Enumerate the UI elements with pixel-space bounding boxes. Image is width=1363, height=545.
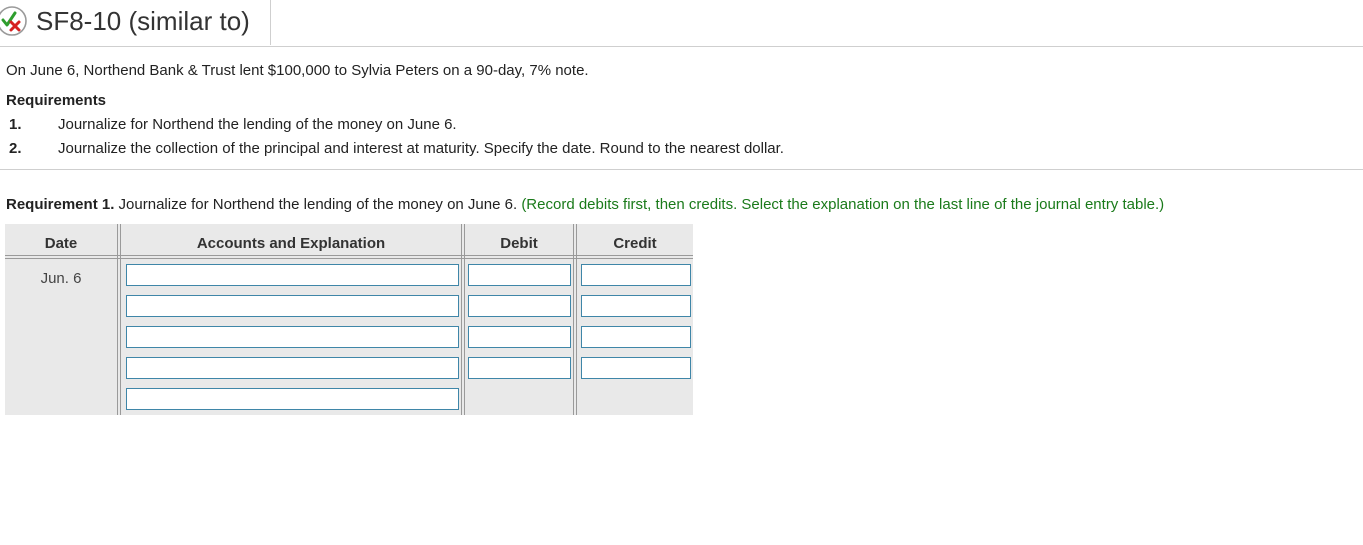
- column-separator: [573, 224, 577, 415]
- page-title: SF8-10 (similar to): [36, 6, 250, 36]
- account-input[interactable]: [126, 357, 459, 379]
- credit-input[interactable]: [581, 326, 691, 348]
- requirement-1-text: Journalize for Northend the lending of t…: [114, 196, 522, 213]
- credit-input[interactable]: [581, 357, 691, 379]
- explanation-input[interactable]: [126, 388, 459, 410]
- requirement-number: 1.: [9, 116, 22, 133]
- debit-input[interactable]: [468, 326, 571, 348]
- partially-correct-icon: [0, 6, 27, 36]
- requirement-1-instruction: (Record debits first, then credits. Sele…: [521, 196, 1165, 213]
- requirement-1-prompt: Requirement 1. Journalize for Northend t…: [6, 196, 1164, 213]
- credit-input[interactable]: [581, 264, 691, 286]
- requirements-heading: Requirements: [6, 92, 107, 109]
- journal-entry-table: Date Accounts and Explanation Debit Cred…: [5, 224, 693, 415]
- requirement-text: Journalize the collection of the princip…: [58, 140, 784, 157]
- entry-date: Jun. 6: [40, 270, 82, 287]
- header: SF8-10 (similar to): [0, 0, 1363, 47]
- credit-input[interactable]: [581, 295, 691, 317]
- problem-statement: On June 6, Northend Bank & Trust lent $1…: [6, 62, 589, 79]
- requirement-text: Journalize for Northend the lending of t…: [58, 116, 457, 133]
- column-separator: [117, 224, 121, 415]
- divider: [0, 169, 1363, 170]
- requirement-1-label: Requirement 1.: [6, 196, 115, 213]
- debit-input[interactable]: [468, 295, 571, 317]
- column-header-credit: Credit: [613, 235, 657, 252]
- debit-input[interactable]: [468, 264, 571, 286]
- header-separator: [5, 255, 693, 259]
- column-separator: [461, 224, 465, 415]
- account-input[interactable]: [126, 295, 459, 317]
- column-header-date: Date: [44, 235, 78, 252]
- account-input[interactable]: [126, 264, 459, 286]
- title-box: SF8-10 (similar to): [0, 0, 271, 45]
- column-header-accounts: Accounts and Explanation: [196, 235, 386, 252]
- requirement-number: 2.: [9, 140, 22, 157]
- debit-input[interactable]: [468, 357, 571, 379]
- account-input[interactable]: [126, 326, 459, 348]
- column-header-debit: Debit: [500, 235, 538, 252]
